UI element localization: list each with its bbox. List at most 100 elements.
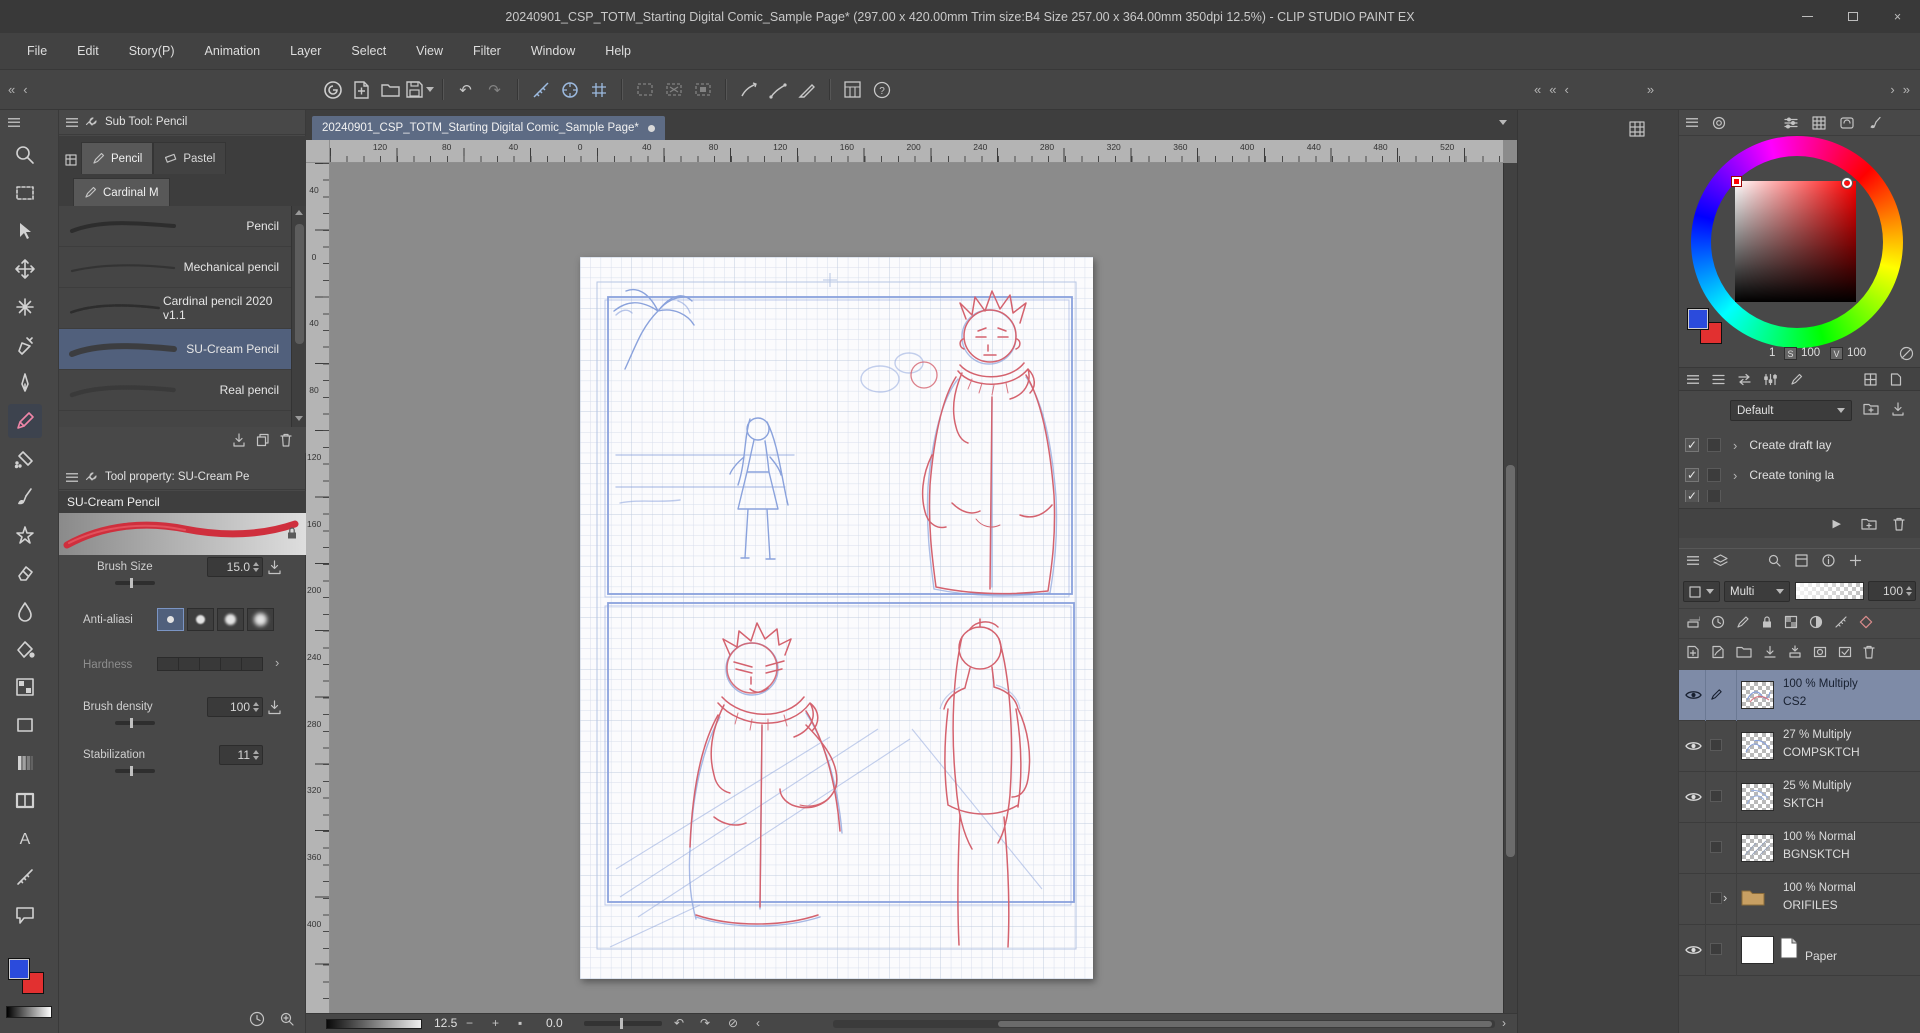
new-action-set-icon[interactable]: [1861, 517, 1877, 530]
new-folder-icon[interactable]: [1736, 645, 1752, 658]
layer-row-compsktch[interactable]: 27 % Multiply COMPSKTCH: [1679, 721, 1920, 772]
collapse-left2-ic[interactable]: ‹: [19, 82, 31, 97]
snap-to-ruler-icon[interactable]: [526, 76, 555, 103]
auto-select-tool[interactable]: [8, 290, 42, 324]
auto-action-row-clipped[interactable]: ✓: [1679, 490, 1920, 502]
brush-size-dynamics-icon[interactable]: [267, 560, 282, 575]
layer-select-checkbox[interactable]: [1710, 841, 1722, 853]
save-dropdown-icon[interactable]: [425, 87, 434, 92]
canvas-horizontal-scrollbar[interactable]: [833, 1020, 1495, 1028]
color-panel-menu-icon[interactable]: [1686, 118, 1698, 127]
scrollbar-thumb[interactable]: [1506, 465, 1515, 857]
antialias-medium-button[interactable]: [217, 608, 244, 631]
pen-tool[interactable]: [8, 366, 42, 400]
color-slider-tab-icon[interactable]: [1784, 116, 1798, 130]
hardness-expand-icon[interactable]: ›: [271, 655, 283, 670]
new-vector-layer-icon[interactable]: [1711, 645, 1725, 659]
save-icon[interactable]: [405, 76, 434, 103]
brush-row-cardinal-pencil[interactable]: Cardinal pencil 2020 v1.1: [59, 288, 291, 329]
color-set-tab-icon[interactable]: [1812, 115, 1826, 130]
layer-thumbnail[interactable]: [1741, 834, 1774, 862]
menu-story[interactable]: Story(P): [114, 44, 190, 58]
layer-thumbnail[interactable]: [1741, 783, 1774, 811]
layer-panel-plus-icon[interactable]: [1849, 554, 1862, 567]
maximize-button[interactable]: [1830, 0, 1875, 33]
hue-marker-icon[interactable]: [1842, 178, 1852, 188]
color-mixer-tab-icon[interactable]: [1840, 116, 1854, 130]
layer-row-paper[interactable]: Paper: [1679, 925, 1920, 976]
property-zoom-icon[interactable]: [279, 1011, 295, 1027]
layer-visible-icon[interactable]: [1684, 739, 1702, 753]
csp-logo-icon[interactable]: [318, 76, 347, 103]
register-subtool-icon[interactable]: [232, 433, 246, 447]
brush-size-value[interactable]: 15.0: [207, 557, 263, 577]
clip-to-layer-icon[interactable]: [1686, 615, 1700, 629]
swap-icon[interactable]: [1738, 373, 1751, 386]
tool-palette-menu-icon[interactable]: [8, 118, 20, 127]
new-raster-layer-icon[interactable]: [1686, 645, 1700, 659]
duplicate-subtool-icon[interactable]: [256, 433, 270, 447]
zoom-in-button[interactable]: +: [492, 1016, 499, 1030]
minimize-button[interactable]: [1785, 0, 1830, 33]
tone-tool[interactable]: [8, 670, 42, 704]
delete-layer-icon[interactable]: [1863, 645, 1875, 659]
layer-thumbnail[interactable]: [1741, 936, 1774, 964]
move-tool[interactable]: [8, 252, 42, 286]
layer-row-orifiles[interactable]: › 100 % Normal ORIFILES: [1679, 874, 1920, 925]
action-output-checkbox[interactable]: [1707, 438, 1721, 452]
lock-icon[interactable]: [286, 526, 298, 540]
layer-visible-icon[interactable]: [1684, 688, 1702, 702]
select-rectangle-icon[interactable]: [630, 76, 659, 103]
action-expand-icon[interactable]: ›: [1729, 468, 1741, 483]
add-action-folder-icon[interactable]: [1863, 402, 1879, 415]
scrollbar-thumb[interactable]: [295, 224, 304, 344]
layer-select-checkbox[interactable]: [1710, 790, 1722, 802]
auto-action-set-dropdown[interactable]: Default: [1730, 400, 1852, 421]
subtool-list-view-icon[interactable]: [65, 154, 77, 166]
layer-select-checkbox[interactable]: [1710, 943, 1722, 955]
text-tool[interactable]: A: [8, 822, 42, 856]
delete-subtool-icon[interactable]: [280, 433, 292, 447]
lock-transparent-icon[interactable]: [1784, 615, 1798, 629]
reset-view-button[interactable]: ⊘: [728, 1016, 738, 1030]
play-action-icon[interactable]: ▶: [1829, 517, 1845, 530]
zoom-out-button[interactable]: −: [466, 1016, 473, 1030]
blend-mode-dropdown[interactable]: Multi: [1724, 581, 1790, 602]
tool-property-menu-icon[interactable]: [66, 472, 78, 482]
brush-size-slider[interactable]: [115, 578, 155, 588]
apply-mask-icon[interactable]: [1838, 645, 1852, 659]
fill-tool[interactable]: [8, 632, 42, 666]
balloon-tool[interactable]: [8, 898, 42, 932]
subtool-menu-icon[interactable]: [66, 117, 78, 127]
layer-palette-dropdown[interactable]: [1683, 581, 1720, 602]
figure-tool[interactable]: [8, 708, 42, 742]
saturation-value-square[interactable]: [1735, 181, 1856, 302]
workspace-fwd-ic2[interactable]: »: [1899, 82, 1914, 97]
layer-thumbnail[interactable]: [1741, 732, 1774, 760]
action-output-checkbox[interactable]: [1707, 490, 1721, 502]
subtool-tab-cardinal[interactable]: Cardinal M: [73, 178, 170, 206]
scroll-left-icon[interactable]: ‹: [756, 1016, 760, 1030]
main-color-swatch[interactable]: [1687, 308, 1709, 330]
canvas-vertical-scrollbar[interactable]: [1503, 163, 1517, 1013]
stabilization-spinner[interactable]: [253, 750, 259, 760]
scroll-down-icon[interactable]: [295, 416, 303, 421]
pen-pressure-icon[interactable]: [792, 76, 821, 103]
help-icon[interactable]: ?: [867, 76, 896, 103]
layer-select-checkbox[interactable]: [1710, 739, 1722, 751]
pencil-tool[interactable]: [8, 404, 42, 438]
rotate-right-button[interactable]: ↷: [700, 1016, 710, 1030]
menu-help[interactable]: Help: [590, 44, 646, 58]
layer-panel-menu-icon[interactable]: [1687, 556, 1699, 565]
antialias-strong-button[interactable]: [247, 608, 274, 631]
subtool-tab-pastel[interactable]: Pastel: [153, 142, 227, 174]
layer-property-icon[interactable]: [1795, 554, 1808, 567]
layer-row-sktch[interactable]: 25 % Multiply SKTCH: [1679, 772, 1920, 823]
undo-icon[interactable]: ↶: [451, 76, 480, 103]
layer-opacity-slider[interactable]: [1795, 582, 1864, 600]
color-wheel-tab-icon[interactable]: [1712, 116, 1726, 130]
create-mask-icon[interactable]: [1813, 645, 1827, 659]
selection-tool[interactable]: [8, 176, 42, 210]
antialias-weak-button[interactable]: [187, 608, 214, 631]
grayscale-bar[interactable]: [6, 1006, 52, 1018]
